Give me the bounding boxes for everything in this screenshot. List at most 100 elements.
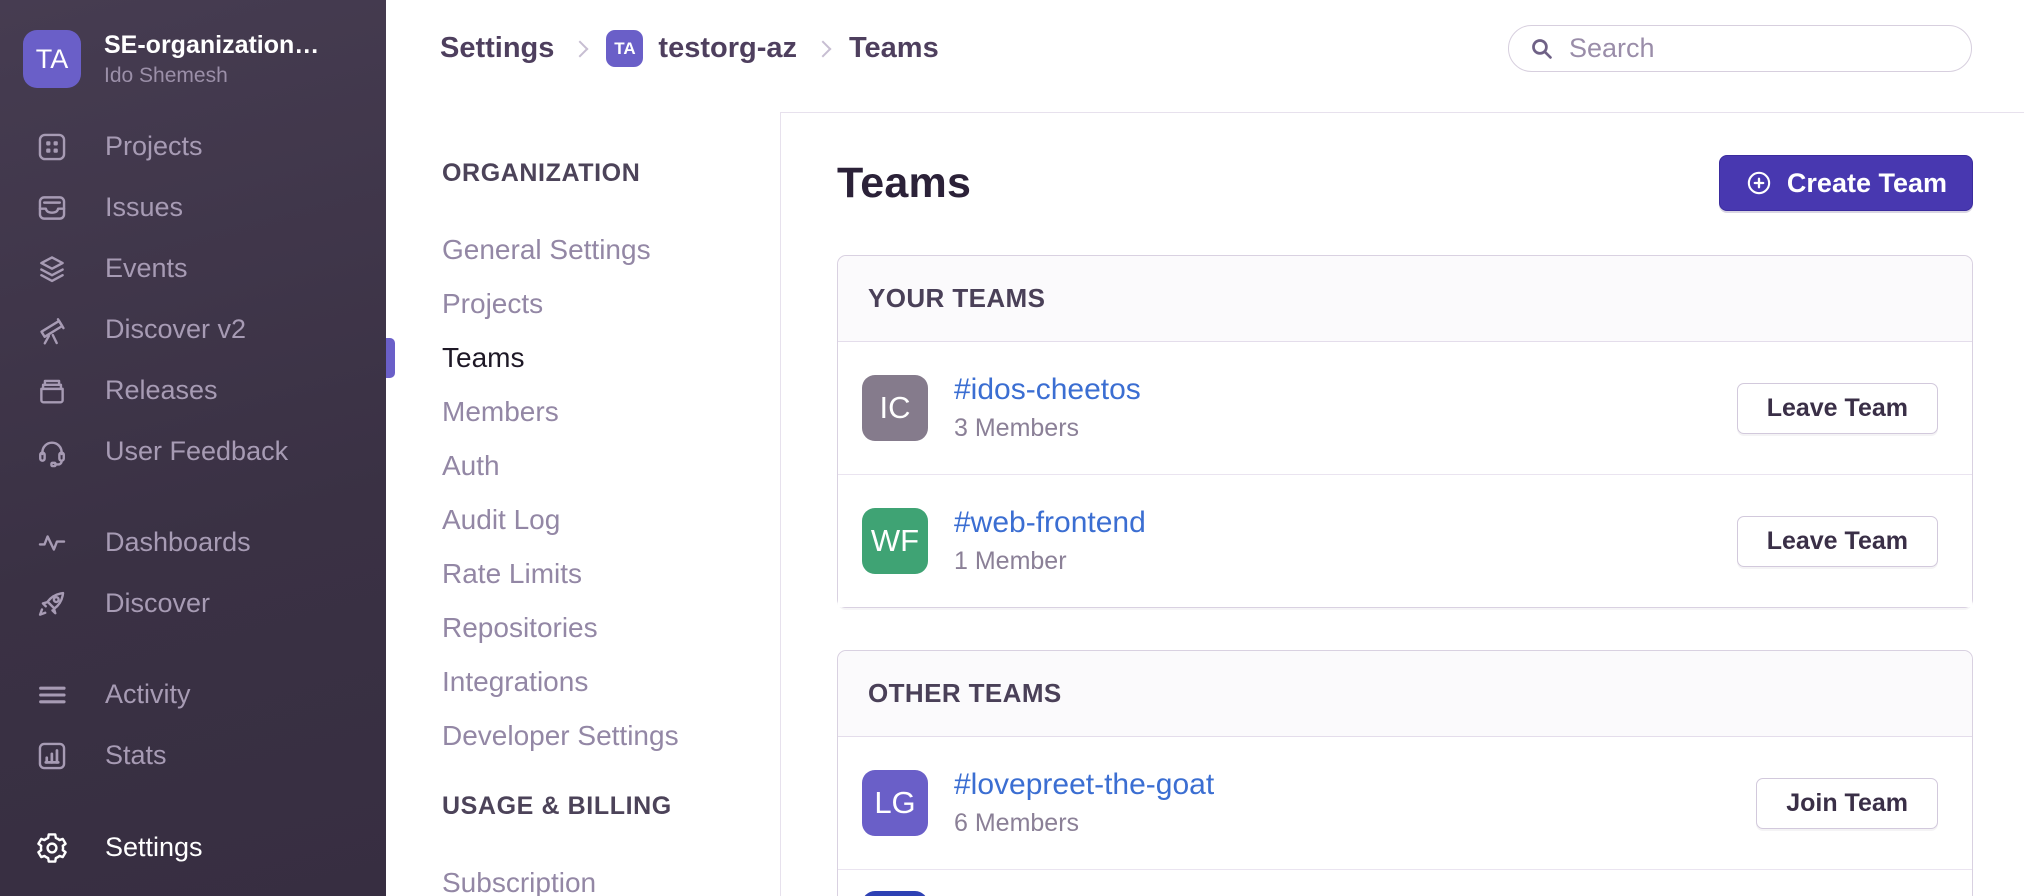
pulse-icon (35, 526, 69, 560)
settings-nav-teams[interactable]: Teams (386, 331, 780, 385)
settings-nav-rate-limits[interactable]: Rate Limits (386, 547, 780, 601)
panel-header: YOUR TEAMS (838, 256, 1972, 342)
sidebar-item-label: Stats (105, 740, 167, 771)
team-name-link[interactable]: #web-frontend (954, 506, 1146, 540)
breadcrumb-settings[interactable]: Settings (440, 32, 554, 65)
search-icon (1529, 36, 1554, 61)
team-name-link[interactable]: #idos-cheetos (954, 373, 1141, 407)
breadcrumb-org-label: testorg-az (658, 32, 797, 65)
sidebar-group: Dashboards Discover (0, 512, 386, 634)
sidebar-item-label: Releases (105, 375, 218, 406)
panel-your-teams: YOUR TEAMS IC #idos-cheetos 3 Members Le… (837, 255, 1973, 608)
page-title: Teams (837, 159, 971, 208)
settings-nav-repositories[interactable]: Repositories (386, 601, 780, 655)
team-row: IC #idos-cheetos 3 Members Leave Team (838, 342, 1972, 474)
settings-section-items: General SettingsProjectsTeamsMembersAuth… (386, 223, 780, 763)
circle-plus-icon (1745, 169, 1773, 197)
sidebar-group: Settings (0, 817, 386, 878)
sidebar-item-label: User Feedback (105, 436, 288, 467)
team-avatar: IC (862, 375, 928, 441)
settings-nav-section: USAGE & BILLING Subscription (386, 791, 780, 896)
leave-team-button[interactable]: Leave Team (1737, 383, 1938, 434)
create-team-button[interactable]: Create Team (1719, 155, 1973, 211)
settings-nav-audit-log[interactable]: Audit Log (386, 493, 780, 547)
breadcrumb-teams[interactable]: Teams (849, 32, 939, 65)
settings-nav-integrations[interactable]: Integrations (386, 655, 780, 709)
team-member-count: 3 Members (954, 414, 1141, 443)
page-header: Teams Create Team (837, 155, 1973, 211)
team-name-link[interactable]: #lovepreet-the-goat (954, 768, 1214, 802)
org-avatar: TA (23, 30, 81, 88)
rocket-icon (35, 587, 69, 621)
gear-icon (35, 831, 69, 865)
settings-nav: ORGANIZATION General SettingsProjectsTea… (386, 112, 781, 896)
team-avatar: WF (862, 508, 928, 574)
settings-nav-auth[interactable]: Auth (386, 439, 780, 493)
team-panels: YOUR TEAMS IC #idos-cheetos 3 Members Le… (837, 255, 1973, 896)
org-name: SE-organization… (104, 31, 319, 60)
breadcrumb: Settings TA testorg-az Teams (440, 25, 939, 72)
settings-nav-projects[interactable]: Projects (386, 277, 780, 331)
panel-body: LG #lovepreet-the-goat 6 Members Join Te… (838, 737, 1972, 896)
sidebar-item-settings[interactable]: Settings (0, 817, 386, 878)
sidebar-item-label: Activity (105, 679, 191, 710)
sidebar-item-label: Dashboards (105, 527, 251, 558)
breadcrumb-org[interactable]: TA testorg-az (606, 30, 797, 67)
settings-body: ORGANIZATION General SettingsProjectsTea… (386, 112, 2024, 896)
sidebar-item-activity[interactable]: Activity (0, 664, 386, 725)
panel-body: IC #idos-cheetos 3 Members Leave Team WF… (838, 342, 1972, 607)
issues-inbox-icon (35, 191, 69, 225)
breadcrumb-chevron-icon (814, 40, 831, 57)
events-stack-icon (35, 252, 69, 286)
search-box[interactable] (1508, 25, 1972, 72)
projects-grid-icon (35, 130, 69, 164)
sidebar-item-events[interactable]: Events (0, 238, 386, 299)
sidebar-item-label: Discover v2 (105, 314, 246, 345)
org-switcher[interactable]: TA SE-organization… Ido Shemesh (0, 30, 386, 88)
settings-nav-developer-settings[interactable]: Developer Settings (386, 709, 780, 763)
sidebar-item-label: Projects (105, 131, 203, 162)
team-info: #lovepreet-the-goat 6 Members (954, 768, 1214, 838)
panel-title: YOUR TEAMS (868, 283, 1045, 313)
sidebar-item-label: Discover (105, 588, 210, 619)
sidebar-item-stats[interactable]: Stats (0, 725, 386, 786)
sidebar-item-releases[interactable]: Releases (0, 360, 386, 421)
bar-chart-icon (35, 739, 69, 773)
join-team-button[interactable]: Join Team (1756, 778, 1938, 829)
panel-header: OTHER TEAMS (838, 651, 1972, 737)
org-badge: TA (606, 30, 643, 67)
settings-nav-subscription[interactable]: Subscription (386, 856, 780, 896)
org-user-name: Ido Shemesh (104, 64, 319, 88)
sidebar-group: Activity Stats (0, 664, 386, 786)
team-row: LG #lovepreet-the-goat 6 Members Join Te… (838, 737, 1972, 869)
breadcrumb-chevron-icon (572, 40, 589, 57)
content-area: Settings TA testorg-az Teams ORGANIZATIO… (386, 0, 2024, 896)
search-input[interactable] (1567, 32, 1951, 65)
team-member-count: 1 Member (954, 547, 1146, 576)
panel-title: OTHER TEAMS (868, 678, 1062, 708)
sidebar-group: Projects Issues Events Discover v2 Relea… (0, 116, 386, 482)
create-team-label: Create Team (1787, 168, 1947, 199)
settings-nav-section: ORGANIZATION General SettingsProjectsTea… (386, 158, 780, 763)
sidebar-item-discover-v2[interactable]: Discover v2 (0, 299, 386, 360)
main-sidebar: TA SE-organization… Ido Shemesh Projects… (0, 0, 386, 896)
settings-nav-members[interactable]: Members (386, 385, 780, 439)
team-info: #web-frontend 1 Member (954, 506, 1146, 576)
menu-lines-icon (35, 678, 69, 712)
sidebar-item-discover[interactable]: Discover (0, 573, 386, 634)
sidebar-item-projects[interactable]: Projects (0, 116, 386, 177)
settings-nav-general-settings[interactable]: General Settings (386, 223, 780, 277)
sidebar-item-dashboards[interactable]: Dashboards (0, 512, 386, 573)
team-row: WF #web-frontend 1 Member Leave Team (838, 474, 1972, 607)
sidebar-item-user-feedback[interactable]: User Feedback (0, 421, 386, 482)
headset-icon (35, 435, 69, 469)
sidebar-item-issues[interactable]: Issues (0, 177, 386, 238)
sidebar-item-label: Events (105, 253, 188, 284)
team-avatar: LG (862, 770, 928, 836)
team-member-count: 6 Members (954, 809, 1214, 838)
settings-section-items: Subscription (386, 856, 780, 896)
leave-team-button[interactable]: Leave Team (1737, 516, 1938, 567)
app-root: TA SE-organization… Ido Shemesh Projects… (0, 0, 2024, 896)
topbar: Settings TA testorg-az Teams (386, 0, 2024, 112)
panel-other-teams: OTHER TEAMS LG #lovepreet-the-goat 6 Mem… (837, 650, 1973, 896)
